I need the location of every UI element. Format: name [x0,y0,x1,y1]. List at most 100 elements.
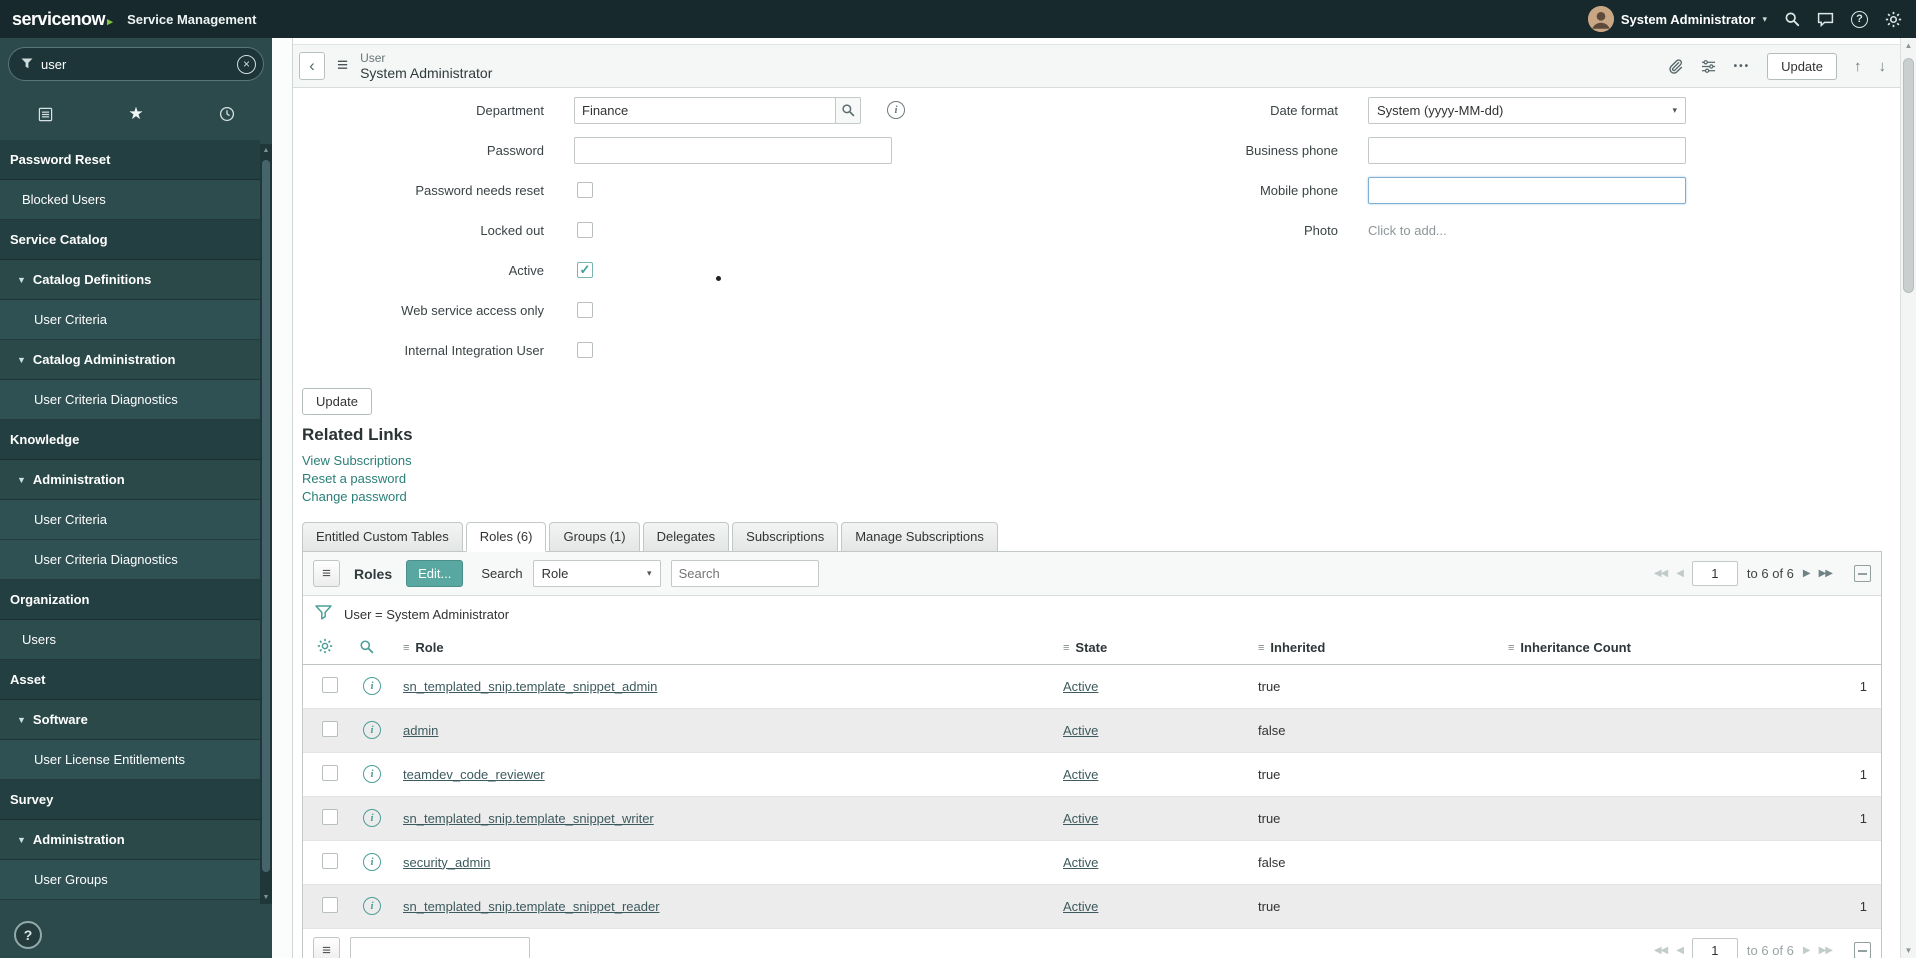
state-link[interactable]: Active [1063,679,1098,694]
row-checkbox[interactable] [322,896,338,913]
sidebar-item-user-criteria[interactable]: User Criteria [0,500,260,540]
photo-add-link[interactable]: Click to add... [1368,223,1447,238]
tab-manage-subscriptions[interactable]: Manage Subscriptions [841,522,998,552]
sidebar-item-user-criteria[interactable]: User Criteria [0,300,260,340]
avatar[interactable] [1587,6,1614,32]
sidebar-scrollbar[interactable]: ▲ ▼ [260,144,272,904]
web-service-access-only-checkbox[interactable] [577,302,593,318]
record-preview-info-icon[interactable]: i [363,677,381,695]
record-preview-info-icon[interactable]: i [363,897,381,915]
reference-lookup-icon[interactable] [835,96,861,124]
collapse-list-icon[interactable] [1854,941,1871,958]
role-link[interactable]: sn_templated_snip.template_snippet_write… [403,811,654,826]
state-link[interactable]: Active [1063,767,1098,782]
role-link[interactable]: sn_templated_snip.template_snippet_admin [403,679,657,694]
list-search-input[interactable] [670,560,819,587]
sidebar-item-administration-2[interactable]: ▼ Administration [0,820,260,860]
change-password-link[interactable]: Change password [302,488,407,506]
previous-page-icon[interactable]: ◀ [1676,568,1684,579]
sidebar-item-user-criteria-diagnostics[interactable]: User Criteria Diagnostics [0,540,260,580]
sidebar-item-users[interactable]: Users [0,620,260,660]
sidebar-item-organization[interactable]: Organization [0,580,260,620]
back-button[interactable]: ‹ [299,52,325,80]
favorites-star-icon[interactable]: ★ [91,104,182,124]
scroll-down-icon[interactable]: ▼ [260,894,272,901]
last-page-icon[interactable]: ▶▶ [1819,568,1833,579]
row-checkbox[interactable] [322,720,338,737]
tab-subscriptions[interactable]: Subscriptions [732,522,839,552]
edit-button[interactable]: Edit... [406,560,464,587]
personalize-form-sliders-icon[interactable] [1700,59,1717,74]
sidebar-item-blocked-users[interactable]: Blocked Users [0,180,260,220]
page-number-input[interactable] [1691,937,1738,958]
sidebar-item-asset[interactable]: Asset [0,660,260,700]
navigator-search-input[interactable] [41,56,229,72]
filter-breadcrumb[interactable]: User = System Administrator [344,607,509,622]
scroll-down-icon[interactable]: ▼ [1901,946,1916,955]
business-phone-input[interactable] [1368,136,1686,164]
column-header-role[interactable]: ≡ Role [403,632,1063,665]
page-number-input[interactable] [1691,561,1738,586]
scroll-up-icon[interactable]: ▲ [260,147,272,154]
main-scrollbar[interactable]: ▲ ▼ [1900,38,1916,958]
chat-icon[interactable] [1817,11,1834,28]
next-record-icon[interactable]: ↓ [1879,58,1887,75]
tab-entitled-custom-tables[interactable]: Entitled Custom Tables [302,522,463,552]
reference-info-icon[interactable]: i [887,101,905,119]
sidebar-item-user-criteria-diagnostics[interactable]: User Criteria Diagnostics [0,380,260,420]
first-page-icon[interactable]: ◀◀ [1654,568,1668,579]
more-options-icon[interactable]: ••• [1734,61,1751,72]
state-link[interactable]: Active [1063,855,1098,870]
tab-groups[interactable]: Groups (1) [549,522,640,552]
actions-select[interactable] [350,936,530,958]
form-context-menu-icon[interactable]: ≡ [337,55,348,77]
column-settings-gear-icon[interactable] [317,638,333,654]
view-subscriptions-link[interactable]: View Subscriptions [302,452,412,470]
locked-out-checkbox[interactable] [577,222,593,238]
tab-delegates[interactable]: Delegates [642,522,730,552]
date-format-select[interactable]: System (yyyy-MM-dd) ▾ [1368,96,1686,124]
column-header-state[interactable]: ≡ State [1063,632,1258,665]
search-column-select[interactable]: Role ▾ [532,560,661,587]
active-checkbox[interactable] [577,262,593,278]
mobile-phone-input[interactable] [1368,176,1686,204]
main-scrollbar-thumb[interactable] [1903,58,1914,293]
role-link[interactable]: sn_templated_snip.template_snippet_reade… [403,899,660,914]
column-header-inheritance-count[interactable]: ≡ Inheritance Count [1508,632,1881,665]
state-link[interactable]: Active [1063,899,1098,914]
history-clock-icon[interactable] [181,106,272,122]
sidebar-item-software[interactable]: ▼ Software [0,700,260,740]
state-link[interactable]: Active [1063,723,1098,738]
password-input[interactable] [574,136,892,164]
sidebar-item-catalog-administration[interactable]: ▼ Catalog Administration [0,340,260,380]
internal-integration-user-checkbox[interactable] [577,342,593,358]
sidebar-item-password-reset[interactable]: Password Reset [0,140,260,180]
role-link[interactable]: teamdev_code_reviewer [403,767,545,782]
servicenow-logo[interactable]: servicenow ▸ [12,9,113,30]
row-checkbox[interactable] [322,676,338,693]
record-preview-info-icon[interactable]: i [363,765,381,783]
role-link[interactable]: admin [403,723,438,738]
collapse-list-icon[interactable] [1854,565,1871,582]
clear-search-icon[interactable]: × [237,54,256,74]
column-search-icon[interactable] [359,639,374,654]
attachment-paperclip-icon[interactable] [1666,58,1683,75]
filter-funnel-icon[interactable] [315,605,332,623]
list-context-menu-icon[interactable]: ≡ [313,936,340,958]
tab-roles[interactable]: Roles (6) [465,522,547,552]
password-needs-reset-checkbox[interactable] [577,182,593,198]
next-page-icon[interactable]: ▶ [1803,945,1811,956]
last-page-icon[interactable]: ▶▶ [1819,945,1833,956]
record-preview-info-icon[interactable]: i [363,853,381,871]
record-preview-info-icon[interactable]: i [363,721,381,739]
scroll-up-icon[interactable]: ▲ [1901,41,1916,50]
all-applications-icon[interactable] [0,107,91,122]
sidebar-item-service-catalog[interactable]: Service Catalog [0,220,260,260]
sidebar-scrollbar-thumb[interactable] [262,160,270,872]
row-checkbox[interactable] [322,808,338,825]
previous-page-icon[interactable]: ◀ [1676,945,1684,956]
state-link[interactable]: Active [1063,811,1098,826]
department-input[interactable] [574,96,836,124]
row-checkbox[interactable] [322,852,338,869]
help-button[interactable]: ? [14,921,42,949]
